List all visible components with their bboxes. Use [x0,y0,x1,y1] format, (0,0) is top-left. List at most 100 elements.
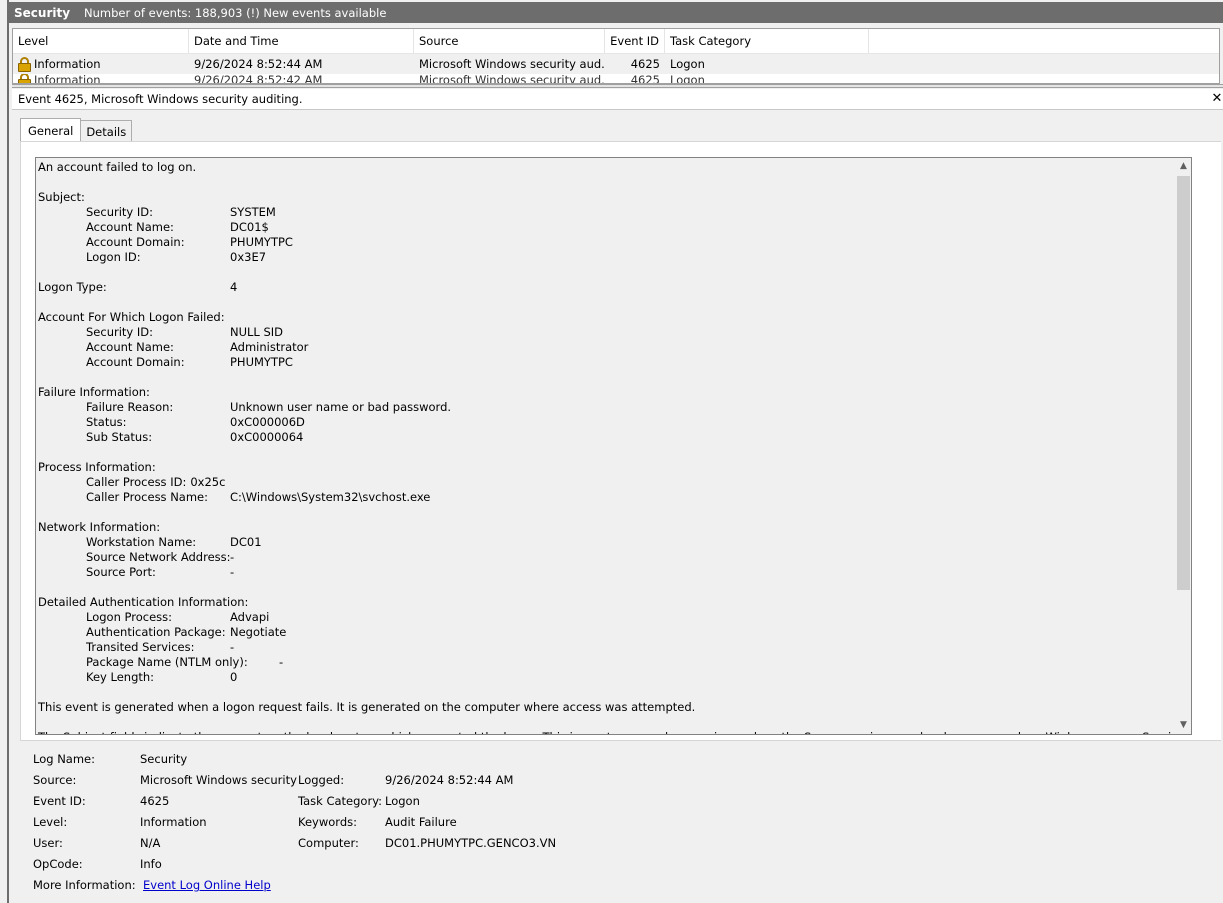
description-value: - [230,640,235,654]
description-line: Account Name: DC01$ [38,220,1176,235]
event-id-value: 4625 [140,794,170,808]
description-field-label: Account Domain: [86,235,185,249]
description-field-label: Account Name: [86,220,174,234]
event-id-label: Event ID: [33,794,86,808]
description-value: DC01$ [230,220,269,234]
description-line: Source Network Address: - [38,550,1176,565]
description-heading: Failure Information: [38,385,150,399]
description-value: C:\Windows\System32\svchost.exe [230,490,431,504]
more-info-label: More Information: [33,878,136,892]
event-row[interactable]: Information 9/26/2024 8:52:42 AM Microso… [13,74,1219,84]
description-value: 0 [230,670,238,684]
description-value: Negotiate [230,625,287,639]
description-line: Network Information: [38,520,1176,535]
description-line: Authentication Package: Negotiate [38,625,1176,640]
description-line [38,265,1176,280]
description-line: Process Information: [38,460,1176,475]
description-scrollbar[interactable]: ▲ ▼ [1174,158,1191,734]
opcode-label: OpCode: [33,857,83,871]
event-level: Information [34,57,101,71]
description-line: The Subject fields indicate the account … [38,730,1191,734]
description-field-label: Authentication Package: [86,625,226,639]
level-label: Level: [33,815,68,829]
event-source: Microsoft Windows security aud... [419,74,605,84]
description-value: - [230,550,235,564]
scroll-down-icon[interactable]: ▼ [1175,717,1191,734]
description-heading: The Subject fields indicate the account … [38,730,1191,734]
column-header-task-category[interactable]: Task Category [665,29,869,53]
event-detail-title-bar: Event 4625, Microsoft Windows security a… [12,89,1223,110]
description-field-label: Logon ID: [86,250,141,264]
event-date: 9/26/2024 8:52:44 AM [194,57,323,71]
description-line: Logon ID: 0x3E7 [38,250,1176,265]
event-date: 9/26/2024 8:52:42 AM [194,74,323,84]
description-line: Key Length: 0 [38,670,1176,685]
event-source: Microsoft Windows security aud... [419,57,605,71]
event-properties: Log Name: Security Source: Microsoft Win… [33,752,1213,902]
description-value: PHUMYTPC [230,235,293,249]
description-field-label: Key Length: [86,670,155,684]
event-description-box[interactable]: An account failed to log on. Subject: Secu… [35,157,1192,735]
description-value: DC01 [230,535,262,549]
description-line: Caller Process ID: 0x25c [38,475,1176,490]
tab-general[interactable]: General [20,118,82,142]
description-heading: This event is generated when a logon req… [38,700,696,714]
description-line: An account failed to log on. [38,160,1176,175]
description-line: Detailed Authentication Information: [38,595,1176,610]
description-field-label: Security ID: [86,325,154,339]
log-name-value: Security [140,752,188,766]
task-category-value: Logon [385,794,420,808]
description-value: 4 [230,280,238,294]
description-line: Security ID: SYSTEM [38,205,1176,220]
event-id: 4625 [630,74,660,84]
logged-value: 9/26/2024 8:52:44 AM [385,773,514,787]
description-field-label: Caller Process Name: [86,490,209,504]
task-category-label: Task Category: [298,794,383,808]
user-value: N/A [140,836,161,850]
tab-details[interactable]: Details [80,120,133,142]
opcode-value: Info [140,857,162,871]
description-line: Account Domain: PHUMYTPC [38,235,1176,250]
description-value: SYSTEM [230,205,276,219]
event-description-text: An account failed to log on. Subject: Secu… [38,160,1191,734]
description-line: Transited Services: - [38,640,1176,655]
description-value: PHUMYTPC [230,355,293,369]
event-count-text: Number of events: 188,903 (!) New events… [84,5,387,20]
computer-value: DC01.PHUMYTPC.GENCO3.VN [385,836,557,850]
description-heading: Network Information: [38,520,161,534]
level-value: Information [140,815,207,829]
description-heading: Detailed Authentication Information: [38,595,249,609]
description-line [38,295,1176,310]
description-field-label: Failure Reason: [86,400,174,414]
scroll-up-icon[interactable]: ▲ [1175,158,1191,175]
description-heading: An account failed to log on. [38,160,197,174]
column-header-level[interactable]: Level [13,29,189,53]
description-line [38,370,1176,385]
event-row-selected[interactable]: Information 9/26/2024 8:52:44 AM Microso… [13,54,1219,74]
description-line: Source Port: - [38,565,1176,580]
description-line: Security ID: NULL SID [38,325,1176,340]
description-value: 0x25c [190,475,226,489]
pane-splitter[interactable] [12,84,1223,88]
description-value: Administrator [230,340,309,354]
event-list[interactable]: Level Date and Time Source Event ID Task… [12,28,1220,84]
description-field-label: Sub Status: [86,430,153,444]
description-value: NULL SID [230,325,284,339]
column-header-source[interactable]: Source [414,29,605,53]
column-header-date[interactable]: Date and Time [189,29,414,53]
description-line [38,715,1176,730]
column-header-event-id[interactable]: Event ID [605,29,665,53]
user-label: User: [33,836,63,850]
event-id: 4625 [630,57,660,71]
description-value: 0x3E7 [230,250,267,264]
description-line: Workstation Name: DC01 [38,535,1176,550]
event-log-online-help-link[interactable]: Event Log Online Help [143,878,271,892]
scrollbar-thumb[interactable] [1177,176,1190,590]
event-category: Logon [670,57,705,71]
logged-label: Logged: [298,773,345,787]
close-icon[interactable]: ✕ [1211,90,1223,108]
event-category: Logon [670,74,705,84]
description-line: Account Domain: PHUMYTPC [38,355,1176,370]
description-line: Account For Which Logon Failed: [38,310,1176,325]
description-heading: Account For Which Logon Failed: [38,310,225,324]
